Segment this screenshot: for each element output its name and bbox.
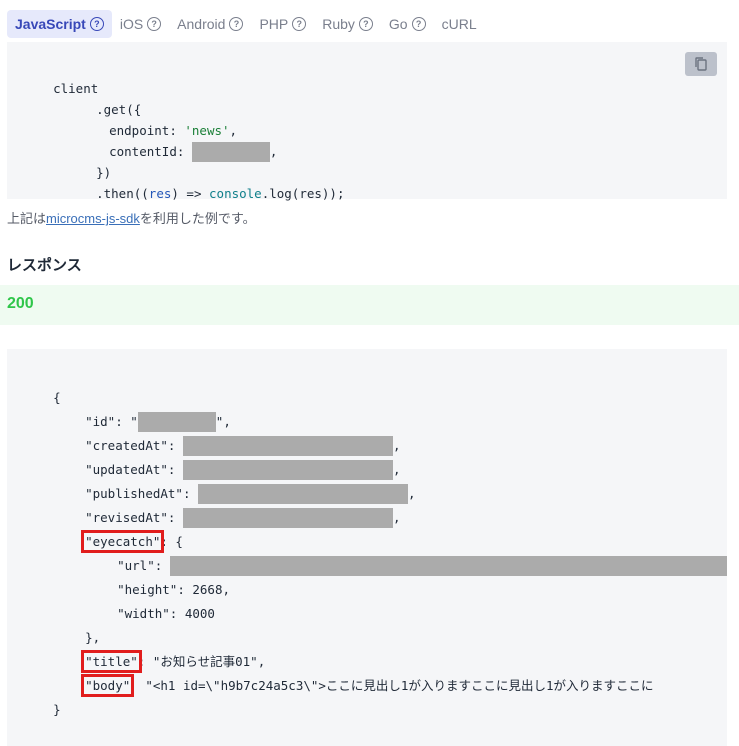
status-code: 200 — [7, 295, 34, 312]
copy-icon — [695, 57, 707, 71]
redacted-revised-at — [182, 508, 393, 528]
code-text: , — [392, 510, 401, 525]
tab-go[interactable]: Go ? — [381, 10, 434, 38]
redacted-url — [169, 556, 727, 576]
code-line: "publishedAt": , — [55, 464, 416, 504]
code-line: endpoint: 'news', — [79, 101, 237, 138]
code-identifier: console — [209, 186, 262, 201]
code-line: .get({ — [66, 80, 141, 117]
response-code-block: { "id": " ", "createdAt": , "updatedAt": … — [7, 349, 727, 746]
note-text: を利用した例です。 — [139, 211, 256, 226]
tab-label: cURL — [441, 16, 477, 32]
code-line: "eyecatch": { — [55, 512, 183, 553]
code-text: "width": 4000 — [117, 606, 215, 621]
code-line: "url": — [87, 536, 727, 576]
tab-curl[interactable]: cURL — [434, 10, 485, 38]
copy-button[interactable] — [685, 52, 717, 76]
sdk-link[interactable]: microcms-js-sdk — [46, 211, 140, 226]
code-text: , — [269, 144, 278, 159]
tab-label: Ruby — [322, 16, 355, 32]
redacted-content-id — [191, 142, 270, 162]
code-text: } — [53, 702, 61, 717]
code-text: , — [408, 486, 416, 501]
code-line: "title": "お知らせ記事01", — [55, 632, 265, 673]
code-text: .log(res)); — [261, 186, 345, 201]
response-heading: レスポンス — [7, 257, 82, 274]
tab-ruby[interactable]: Ruby ? — [314, 10, 381, 38]
code-line: { — [23, 368, 61, 405]
tab-label: Android — [177, 16, 226, 32]
tab-label: JavaScript — [15, 16, 86, 32]
code-text: "<h1 id=\"h9b7c24a5c3\">ここに見出し1が入りますここに見… — [130, 678, 654, 693]
highlighted-key-body: "body" — [81, 674, 135, 697]
tab-android[interactable]: Android ? — [169, 10, 251, 38]
language-tabs: JavaScript ? iOS ? Android ? PHP ? Ruby … — [7, 10, 485, 38]
help-icon[interactable]: ? — [411, 17, 426, 31]
tab-ios[interactable]: iOS ? — [112, 10, 169, 38]
help-icon[interactable]: ? — [229, 17, 244, 31]
code-line: "height": 2668, — [87, 560, 230, 597]
code-line: "createdAt": , — [55, 416, 400, 456]
sdk-note: 上記はmicrocms-js-sdkを利用した例です。 — [7, 208, 256, 227]
code-text: ) => — [171, 186, 210, 201]
tab-php[interactable]: PHP ? — [251, 10, 314, 38]
code-line: contentId: , — [79, 122, 277, 162]
note-text: 上記は — [7, 211, 47, 226]
code-line: "width": 4000 — [87, 584, 215, 621]
code-line: "body" "<h1 id=\"h9b7c24a5c3\">ここに見出し1が入… — [55, 656, 654, 697]
help-icon[interactable]: ? — [147, 17, 162, 31]
code-line: "id": " ", — [55, 392, 231, 432]
help-icon[interactable]: ? — [358, 17, 373, 31]
code-line: } — [23, 680, 61, 717]
code-text: .then(( — [96, 186, 149, 201]
code-param: res — [148, 186, 172, 201]
code-text: contentId: — [109, 144, 192, 159]
tab-javascript[interactable]: JavaScript ? — [7, 10, 112, 38]
code-line: "updatedAt": , — [55, 440, 400, 480]
help-icon[interactable]: ? — [292, 17, 307, 31]
code-line: }, — [55, 608, 100, 645]
tab-label: iOS — [119, 16, 144, 32]
code-line: .then((res) => console.log(res)); — [66, 164, 344, 201]
code-line: client — [23, 59, 98, 96]
help-icon[interactable]: ? — [89, 17, 104, 31]
code-line: }) — [66, 143, 111, 180]
status-bar: 200 — [0, 285, 739, 325]
request-code-block: client .get({ endpoint: 'news', contentI… — [7, 42, 727, 201]
tab-label: PHP — [259, 16, 289, 32]
code-line: "revisedAt": , — [55, 488, 400, 528]
tab-label: Go — [388, 16, 408, 32]
